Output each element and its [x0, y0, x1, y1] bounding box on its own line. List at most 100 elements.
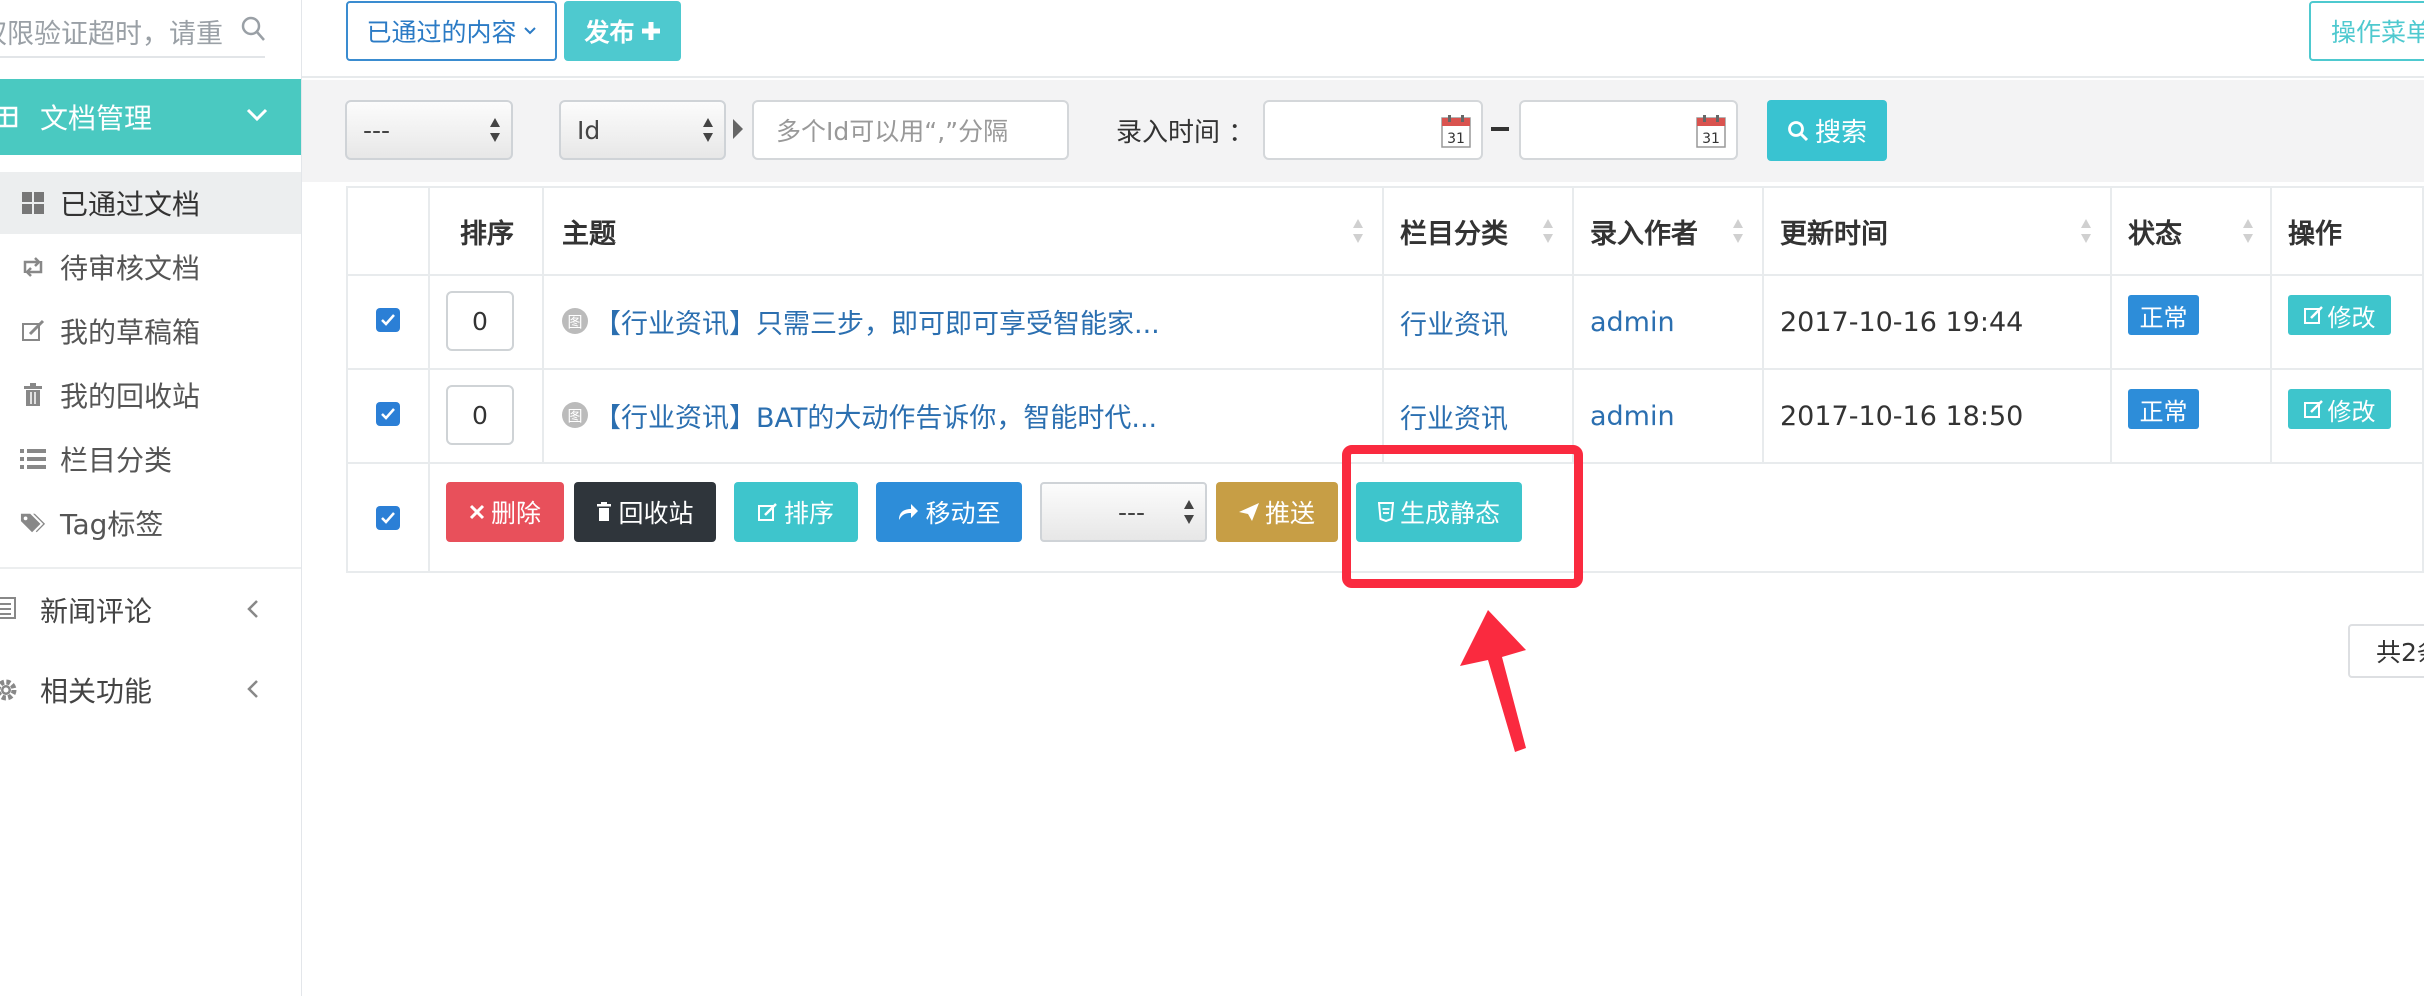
sidebar-item-recycle-bin[interactable]: 我的回收站	[0, 364, 301, 426]
menu-section-label: 文档管理	[40, 102, 153, 135]
row-checkbox[interactable]	[376, 308, 400, 332]
column-header-subject[interactable]: 主题	[562, 188, 616, 274]
svg-text:31: 31	[1702, 131, 1720, 147]
doc-title-link[interactable]: 【行业资讯】只需三步，即可即可享受智能家...	[594, 291, 1160, 351]
table-divider	[1762, 188, 1764, 462]
chevron-left-icon	[247, 680, 258, 698]
row-checkbox[interactable]	[376, 402, 400, 426]
move-target-value: ---	[1117, 497, 1146, 527]
plus-icon	[641, 22, 660, 40]
grid-icon	[20, 190, 46, 216]
image-icon: 图	[562, 402, 588, 428]
menu-section-label: 相关功能	[40, 675, 153, 708]
order-input[interactable]: 0	[446, 385, 514, 445]
list-icon	[20, 446, 46, 472]
doc-title-link[interactable]: 【行业资讯】BAT的大动作告诉你，智能时代...	[594, 385, 1157, 445]
caret-right-icon	[733, 119, 743, 139]
delete-label: 删除	[490, 499, 541, 528]
order-input[interactable]: 0	[446, 291, 514, 351]
table-divider	[428, 188, 430, 573]
red-arrow-icon	[1460, 610, 1526, 752]
select-arrows-icon	[1184, 500, 1194, 524]
menu-section-doc-management[interactable]: 文档管理	[0, 79, 301, 155]
chevron-down-icon	[523, 27, 536, 35]
move-to-button[interactable]: 移动至	[876, 482, 1022, 542]
recycle-button[interactable]: 回收站	[574, 482, 716, 542]
sort-icon[interactable]	[1732, 217, 1744, 245]
column-header-status[interactable]: 状态	[2128, 188, 2182, 274]
sort-icon[interactable]	[1352, 217, 1364, 245]
menu-section-related-features[interactable]: 相关功能	[0, 652, 301, 728]
calendar-icon: 31	[1696, 115, 1726, 148]
chevron-down-icon	[246, 108, 268, 122]
edit-icon	[2303, 306, 2323, 324]
pagination-total: 共2条	[2376, 638, 2424, 667]
start-date-input[interactable]: 31	[1263, 100, 1483, 160]
field-select-value: Id	[577, 115, 601, 145]
column-header-order[interactable]: 排序	[460, 188, 514, 274]
sidebar-item-categories[interactable]: 栏目分类	[0, 428, 301, 490]
sidebar-item-pending-docs[interactable]: 待审核文档	[0, 236, 301, 298]
column-header-ops: 操作	[2288, 218, 2342, 250]
edit-icon	[2303, 400, 2323, 418]
trash-icon	[20, 382, 46, 408]
sidebar-item-approved-docs[interactable]: 已通过文档	[0, 172, 301, 234]
operation-menu-label: 操作菜单	[2331, 18, 2424, 47]
content-filter-dropdown[interactable]: 已通过的内容	[346, 1, 557, 61]
tags-icon	[20, 510, 46, 536]
svg-text:31: 31	[1447, 131, 1465, 147]
category-link[interactable]: 行业资讯	[1400, 292, 1508, 352]
column-header-author[interactable]: 录入作者	[1590, 188, 1698, 274]
content-filter-label: 已通过的内容	[366, 18, 517, 47]
table-divider	[542, 188, 544, 462]
publish-label: 发布	[584, 18, 635, 47]
sidebar-item-drafts[interactable]: 我的草稿箱	[0, 300, 301, 362]
sort-icon[interactable]	[2080, 217, 2092, 245]
field-select[interactable]: Id	[559, 100, 726, 160]
session-timeout-notice: 权限验证超时，请重	[0, 19, 223, 50]
trash-icon	[597, 502, 612, 521]
move-to-label: 移动至	[925, 499, 1001, 528]
sidebar-item-label: 栏目分类	[60, 444, 173, 477]
order-button[interactable]: 排序	[734, 482, 858, 542]
search-label: 搜索	[1814, 118, 1867, 148]
category-link[interactable]: 行业资讯	[1400, 386, 1508, 446]
table-divider	[348, 368, 2424, 370]
sort-icon[interactable]	[2242, 217, 2254, 245]
sidebar-item-label: 我的草稿箱	[60, 316, 201, 349]
table-divider	[2110, 188, 2112, 462]
author-link[interactable]: admin	[1590, 386, 1675, 446]
edit-button[interactable]: 修改	[2288, 389, 2391, 429]
column-header-updated[interactable]: 更新时间	[1780, 188, 1888, 274]
publish-button[interactable]: 发布	[564, 1, 681, 61]
end-date-input[interactable]: 31	[1519, 100, 1738, 160]
table-divider	[1572, 188, 1574, 462]
select-arrows-icon	[703, 118, 713, 142]
author-link[interactable]: admin	[1590, 292, 1675, 352]
date-range-dash	[1491, 127, 1509, 131]
close-icon	[469, 504, 485, 520]
edit-button[interactable]: 修改	[2288, 295, 2391, 335]
id-search-input[interactable]: 多个Id可以用“,”分隔	[752, 100, 1069, 160]
paper-plane-icon	[1238, 503, 1259, 521]
edit-label: 修改	[2327, 397, 2376, 426]
status-badge: 正常	[2128, 295, 2199, 335]
delete-button[interactable]: 删除	[446, 482, 564, 542]
sort-icon[interactable]	[1542, 217, 1554, 245]
sidebar-item-label: Tag标签	[60, 508, 164, 541]
sidebar-item-label: 待审核文档	[60, 252, 201, 285]
table-divider	[2270, 188, 2272, 462]
table-divider	[348, 274, 2424, 276]
operation-menu-button[interactable]: 操作菜单	[2309, 1, 2424, 61]
menu-section-news-comments[interactable]: 新闻评论	[0, 572, 301, 648]
search-icon[interactable]	[240, 14, 266, 44]
column-header-category[interactable]: 栏目分类	[1400, 188, 1508, 274]
image-icon: 图	[562, 308, 588, 334]
select-all-checkbox[interactable]	[376, 506, 400, 530]
push-button[interactable]: 推送	[1216, 482, 1338, 542]
move-target-select[interactable]: ---	[1040, 482, 1207, 542]
filter-select-1[interactable]: ---	[345, 100, 513, 160]
search-button[interactable]: 搜索	[1767, 100, 1887, 161]
retweet-icon	[20, 254, 46, 280]
sidebar-item-tags[interactable]: Tag标签	[0, 492, 301, 554]
